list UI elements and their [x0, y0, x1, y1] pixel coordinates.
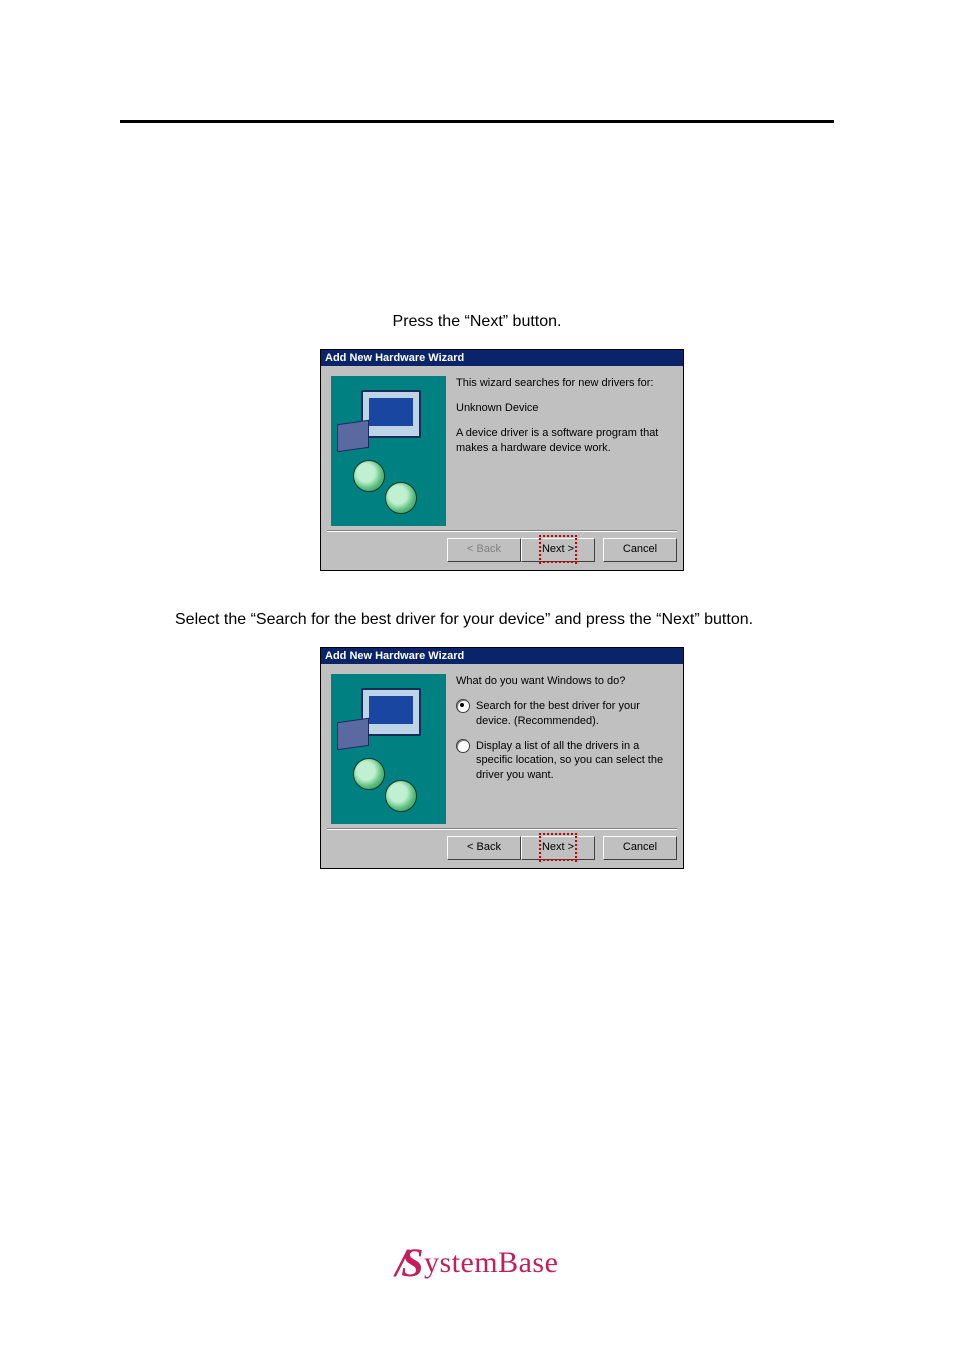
wizard1-body: This wizard searches for new drivers for…	[321, 366, 683, 530]
radio-label-search: Search for the best driver for your devi…	[476, 699, 673, 729]
wizard-dialog-1: Add New Hardware Wizard This wizard sear…	[320, 349, 684, 571]
document-page: Press the “Next” button. Add New Hardwar…	[0, 0, 954, 1326]
wizard2-question: What do you want Windows to do?	[456, 674, 673, 689]
monitor-icon	[361, 688, 421, 736]
brand-logo: /SystemBase	[396, 1246, 559, 1279]
content-area: Press the “Next” button. Add New Hardwar…	[0, 313, 954, 869]
logo-text: ystemBase	[424, 1246, 558, 1279]
cancel-button[interactable]: Cancel	[603, 538, 677, 562]
wizard1-device-name: Unknown Device	[456, 401, 673, 416]
next-button-highlight: Next >	[542, 837, 574, 857]
next-button-label: Next >	[542, 543, 574, 555]
cancel-button[interactable]: Cancel	[603, 836, 677, 860]
back-button-label: < Back	[467, 543, 501, 555]
cancel-button-label: Cancel	[623, 543, 657, 555]
radio-option-list[interactable]: Display a list of all the drivers in a s…	[456, 739, 673, 784]
wizard2-titlebar: Add New Hardware Wizard	[321, 648, 683, 664]
caption-step2: Select the “Search for the best driver f…	[175, 611, 834, 629]
next-button[interactable]: Next >	[521, 836, 595, 860]
next-button-highlight: Next >	[542, 539, 574, 559]
floppy-icon	[337, 420, 369, 452]
radio-icon-checked	[456, 699, 470, 713]
wizard1-text-panel: This wizard searches for new drivers for…	[456, 376, 673, 526]
page-footer: /SystemBase	[0, 1239, 954, 1326]
wizard2-body: What do you want Windows to do? Search f…	[321, 664, 683, 828]
floppy-icon	[337, 718, 369, 750]
cd-icon	[385, 780, 417, 812]
wizard1-titlebar: Add New Hardware Wizard	[321, 350, 683, 366]
back-button-label: < Back	[467, 841, 501, 853]
logo-initial: S	[401, 1240, 424, 1285]
cd-icon	[353, 460, 385, 492]
radio-option-search[interactable]: Search for the best driver for your devi…	[456, 699, 673, 729]
next-button[interactable]: Next >	[521, 538, 595, 562]
wizard1-art-panel	[331, 376, 446, 526]
wizard2-art-panel	[331, 674, 446, 824]
wizard1-button-row: < Back Next > Cancel	[321, 532, 683, 570]
cd-icon	[353, 758, 385, 790]
back-button: < Back	[447, 538, 521, 562]
cancel-button-label: Cancel	[623, 841, 657, 853]
wizard-dialog-2: Add New Hardware Wizard What do you want…	[320, 647, 684, 869]
next-button-label: Next >	[542, 841, 574, 853]
radio-label-list: Display a list of all the drivers in a s…	[476, 739, 673, 784]
header-rule	[120, 120, 834, 123]
wizard1-description: A device driver is a software program th…	[456, 426, 673, 456]
monitor-icon	[361, 390, 421, 438]
wizard1-line1: This wizard searches for new drivers for…	[456, 376, 673, 391]
back-button[interactable]: < Back	[447, 836, 521, 860]
wizard2-text-panel: What do you want Windows to do? Search f…	[456, 674, 673, 824]
header-spacer	[0, 0, 954, 120]
radio-icon-unchecked	[456, 739, 470, 753]
cd-icon	[385, 482, 417, 514]
wizard2-button-row: < Back Next > Cancel	[321, 830, 683, 868]
caption-step1: Press the “Next” button.	[120, 313, 834, 331]
